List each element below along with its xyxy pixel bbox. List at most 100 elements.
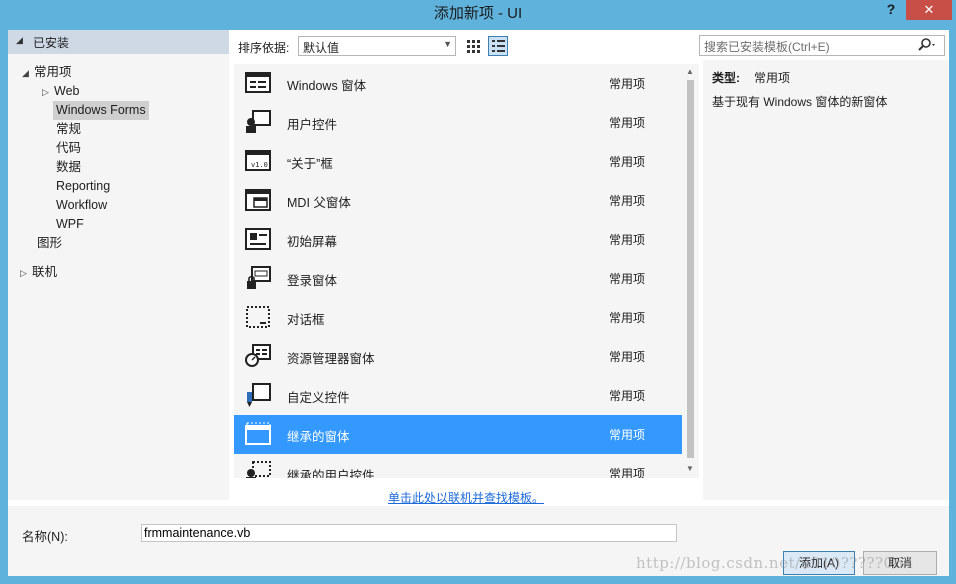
window-title: 添加新项 - UI — [433, 5, 523, 22]
template-item-about-box[interactable]: v1.0 “关于”框 常用项 — [234, 142, 682, 181]
expand-arrow-icon[interactable]: ◢ — [22, 64, 34, 83]
template-description: 基于现有 Windows 窗体的新窗体 — [712, 95, 888, 109]
tree-item-online[interactable]: ▷ 联机 — [20, 263, 57, 282]
dialog-client: ◢ 已安装 ◢常用项 ▷Web Windows Forms 常规 代码 数据 — [8, 30, 949, 576]
template-name: 登录窗体 — [287, 274, 338, 288]
tree-item-label: 常用项 — [34, 65, 72, 79]
tree-item-label: Web — [54, 84, 80, 98]
template-name: “关于”框 — [287, 157, 333, 171]
svg-text:v1.0: v1.0 — [251, 161, 268, 169]
expand-arrow-icon[interactable]: ▷ — [42, 83, 54, 102]
template-category: 常用项 — [609, 428, 646, 442]
tree-item-data[interactable]: 数据 — [56, 158, 81, 177]
expand-arrow-icon[interactable]: ▷ — [20, 264, 32, 283]
tree-item-workflow[interactable]: Workflow — [56, 196, 107, 215]
tree-item-label: Windows Forms — [56, 103, 146, 117]
template-name: 对话框 — [287, 313, 325, 327]
type-value: 常用项 — [754, 71, 791, 85]
close-button[interactable]: ✕ — [906, 0, 952, 20]
user-control-icon — [244, 109, 272, 135]
tree-item-label: Workflow — [56, 198, 108, 212]
template-name: 继承的窗体 — [287, 430, 350, 444]
template-item-login-form[interactable]: 登录窗体 常用项 — [234, 259, 682, 298]
name-input[interactable] — [141, 524, 677, 542]
template-item-windows-form[interactable]: Windows 窗体 常用项 — [234, 64, 682, 103]
tree-item-label: 数据 — [56, 160, 82, 174]
name-label: 名称(N): — [22, 530, 68, 544]
template-category: 常用项 — [609, 77, 646, 91]
mdi-parent-form-icon — [244, 187, 272, 213]
template-name: Windows 窗体 — [287, 79, 367, 93]
details-pane: 类型: 常用项 基于现有 Windows 窗体的新窗体 — [703, 60, 948, 500]
scroll-thumb[interactable] — [687, 80, 694, 458]
online-templates-link[interactable]: 单击此处以联机并查找模板。 — [388, 489, 544, 506]
template-category: 常用项 — [609, 116, 646, 130]
template-item-explorer-form[interactable]: 资源管理器窗体 常用项 — [234, 337, 682, 376]
dialog-window: 添加新项 - UI ? ✕ ◢ 已安装 ◢ 常用项 ▷ Web Windows Fo… — [0, 0, 956, 584]
template-name: 继承的用户控件 — [287, 469, 375, 478]
tree-item-windows-forms[interactable]: Windows Forms — [53, 101, 149, 120]
template-item-dialog[interactable]: 对话框 常用项 — [234, 298, 682, 337]
blog-watermark: http://blog.csdn.net/u010?????064 — [636, 554, 914, 572]
tree-item-label: 联机 — [32, 265, 58, 279]
template-category: 常用项 — [609, 272, 646, 286]
template-name: 资源管理器窗体 — [287, 352, 375, 366]
tree-item-wpf[interactable]: WPF — [56, 215, 84, 234]
template-item-mdi-parent-form[interactable]: MDI 父窗体 常用项 — [234, 181, 682, 220]
sort-by-label: 排序依据: — [238, 41, 290, 55]
dialog-icon — [244, 304, 272, 330]
title-bar[interactable]: 添加新项 - UI ? ✕ — [0, 0, 956, 28]
tree-item-label: Reporting — [56, 179, 111, 193]
template-name: 自定义控件 — [287, 391, 350, 405]
tree-item-label: 图形 — [37, 236, 63, 250]
sort-by-value: 默认值 — [303, 41, 340, 55]
help-button[interactable]: ? — [880, 0, 902, 20]
tree-item-graphics[interactable]: 图形 — [37, 234, 62, 253]
template-category: 常用项 — [609, 194, 646, 208]
list-view-button[interactable] — [488, 36, 508, 56]
small-icons-view-button[interactable] — [463, 36, 483, 56]
tree-item-common[interactable]: ◢ 常用项 — [22, 63, 72, 82]
tree-item-code[interactable]: 代码 — [56, 139, 81, 158]
collapse-arrow-icon[interactable]: ◢ — [16, 35, 23, 46]
login-form-icon — [244, 265, 272, 291]
grid-view-icon — [467, 40, 480, 53]
about-box-icon: v1.0 — [244, 148, 272, 174]
custom-control-icon — [244, 382, 272, 408]
search-placeholder: 搜索已安装模板(Ctrl+E) — [704, 40, 830, 54]
template-name: 用户控件 — [287, 118, 338, 132]
template-item-inherited-user-control[interactable]: 继承的用户控件 常用项 — [234, 454, 682, 478]
tree-item-label: 常规 — [56, 122, 82, 136]
template-name: 初始屏幕 — [287, 235, 338, 249]
installed-header[interactable]: ◢ 已安装 — [8, 30, 229, 54]
tree-item-general[interactable]: 常规 — [56, 120, 81, 139]
template-category: 常用项 — [609, 350, 646, 364]
tree-item-label: 代码 — [56, 141, 82, 155]
category-tree: ◢ 常用项 ▷ Web Windows Forms 常规 代码 数据 Reporti… — [8, 54, 229, 500]
template-category: 常用项 — [609, 467, 646, 478]
tree-item-web[interactable]: ▷ Web — [42, 82, 79, 101]
type-key: 类型: — [712, 71, 740, 85]
sort-by-dropdown[interactable]: 默认值 ▼ — [298, 36, 456, 56]
list-view-icon — [492, 40, 505, 52]
template-item-user-control[interactable]: 用户控件 常用项 — [234, 103, 682, 142]
template-item-inherited-form[interactable]: 继承的窗体 常用项 — [234, 415, 682, 454]
splash-screen-icon — [244, 226, 272, 252]
tree-item-reporting[interactable]: Reporting — [56, 177, 110, 196]
template-list-scrollbar[interactable]: ▲ ▼ — [682, 64, 699, 478]
chevron-down-icon: ▼ — [443, 39, 452, 49]
explorer-form-icon — [244, 343, 272, 369]
search-input[interactable]: 搜索已安装模板(Ctrl+E) — [699, 35, 945, 56]
template-item-splash-screen[interactable]: 初始屏幕 常用项 — [234, 220, 682, 259]
search-icon[interactable] — [916, 37, 938, 57]
template-category: 常用项 — [609, 389, 646, 403]
template-list: Windows 窗体 常用项 用户控件 常用项 v1.0 “关于”框 常用项 M… — [234, 64, 682, 478]
tree-item-label: WPF — [56, 217, 84, 231]
template-category: 常用项 — [609, 233, 646, 247]
scroll-up-icon[interactable]: ▲ — [686, 67, 694, 76]
template-name: MDI 父窗体 — [287, 196, 351, 210]
template-item-custom-control[interactable]: 自定义控件 常用项 — [234, 376, 682, 415]
scroll-down-icon[interactable]: ▼ — [686, 464, 694, 473]
template-category: 常用项 — [609, 155, 646, 169]
windows-form-icon — [244, 70, 272, 96]
